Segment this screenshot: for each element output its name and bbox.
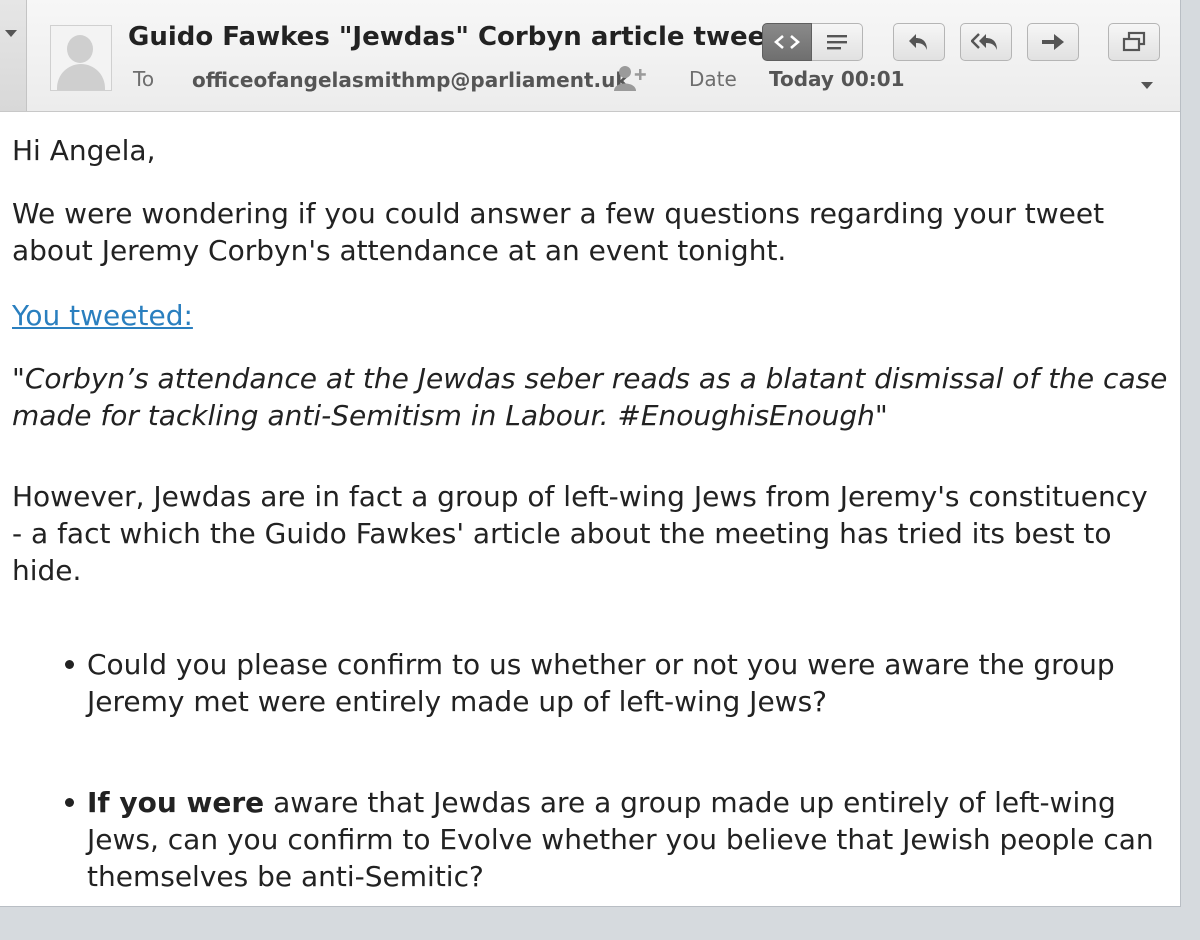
reply-icon: [909, 34, 927, 50]
forward-button[interactable]: [1027, 23, 1079, 61]
reply-all-icon: [971, 33, 997, 50]
code-view-icon: [774, 35, 800, 49]
avatar-head: [67, 35, 93, 63]
greeting: Hi Angela,: [12, 134, 156, 167]
plain-text-icon: [827, 35, 847, 50]
list-item: If you were aware that Jewdas are a grou…: [65, 784, 1167, 895]
chevron-down-icon: [5, 30, 17, 37]
quoted-tweet: "Corbyn’s attendance at the Jewdas seber…: [12, 362, 1168, 432]
message-date: Today 00:01: [769, 67, 905, 91]
message-header: Guido Fawkes "Jewdas" Corbyn article twe…: [0, 0, 1180, 112]
chevron-down-icon[interactable]: [1141, 82, 1153, 89]
recipient-address[interactable]: officeofangelasmithmp@parliament.uk: [192, 68, 629, 92]
open-in-new-window-button[interactable]: [1108, 23, 1160, 61]
to-label: To: [133, 67, 155, 91]
reply-all-button[interactable]: [960, 23, 1012, 61]
forward-icon: [1042, 34, 1064, 50]
avatar-shoulders: [57, 64, 105, 90]
paragraph: However, Jewdas are in fact a group of l…: [12, 480, 1148, 587]
code-view-button[interactable]: [762, 23, 812, 61]
you-tweeted-link[interactable]: You tweeted:: [12, 297, 193, 334]
date-label: Date: [689, 67, 737, 91]
add-contact-icon[interactable]: [613, 63, 649, 93]
plain-text-button[interactable]: [812, 23, 863, 61]
sender-avatar: [50, 25, 112, 91]
reply-button[interactable]: [893, 23, 945, 61]
list-item-text: Could you please confirm to us whether o…: [87, 648, 1115, 718]
bullet-icon: [65, 660, 74, 669]
list-item: Could you please confirm to us whether o…: [65, 646, 1167, 720]
email-window: Guido Fawkes "Jewdas" Corbyn article twe…: [0, 0, 1181, 907]
paragraph: We were wondering if you could answer a …: [12, 197, 1105, 267]
header-collapse-toggle[interactable]: [0, 0, 27, 111]
list-item-emphasis: If you were: [87, 786, 265, 819]
bullet-icon: [65, 798, 74, 807]
new-window-icon: [1122, 31, 1146, 52]
message-subject: Guido Fawkes "Jewdas" Corbyn article twe…: [128, 22, 778, 52]
